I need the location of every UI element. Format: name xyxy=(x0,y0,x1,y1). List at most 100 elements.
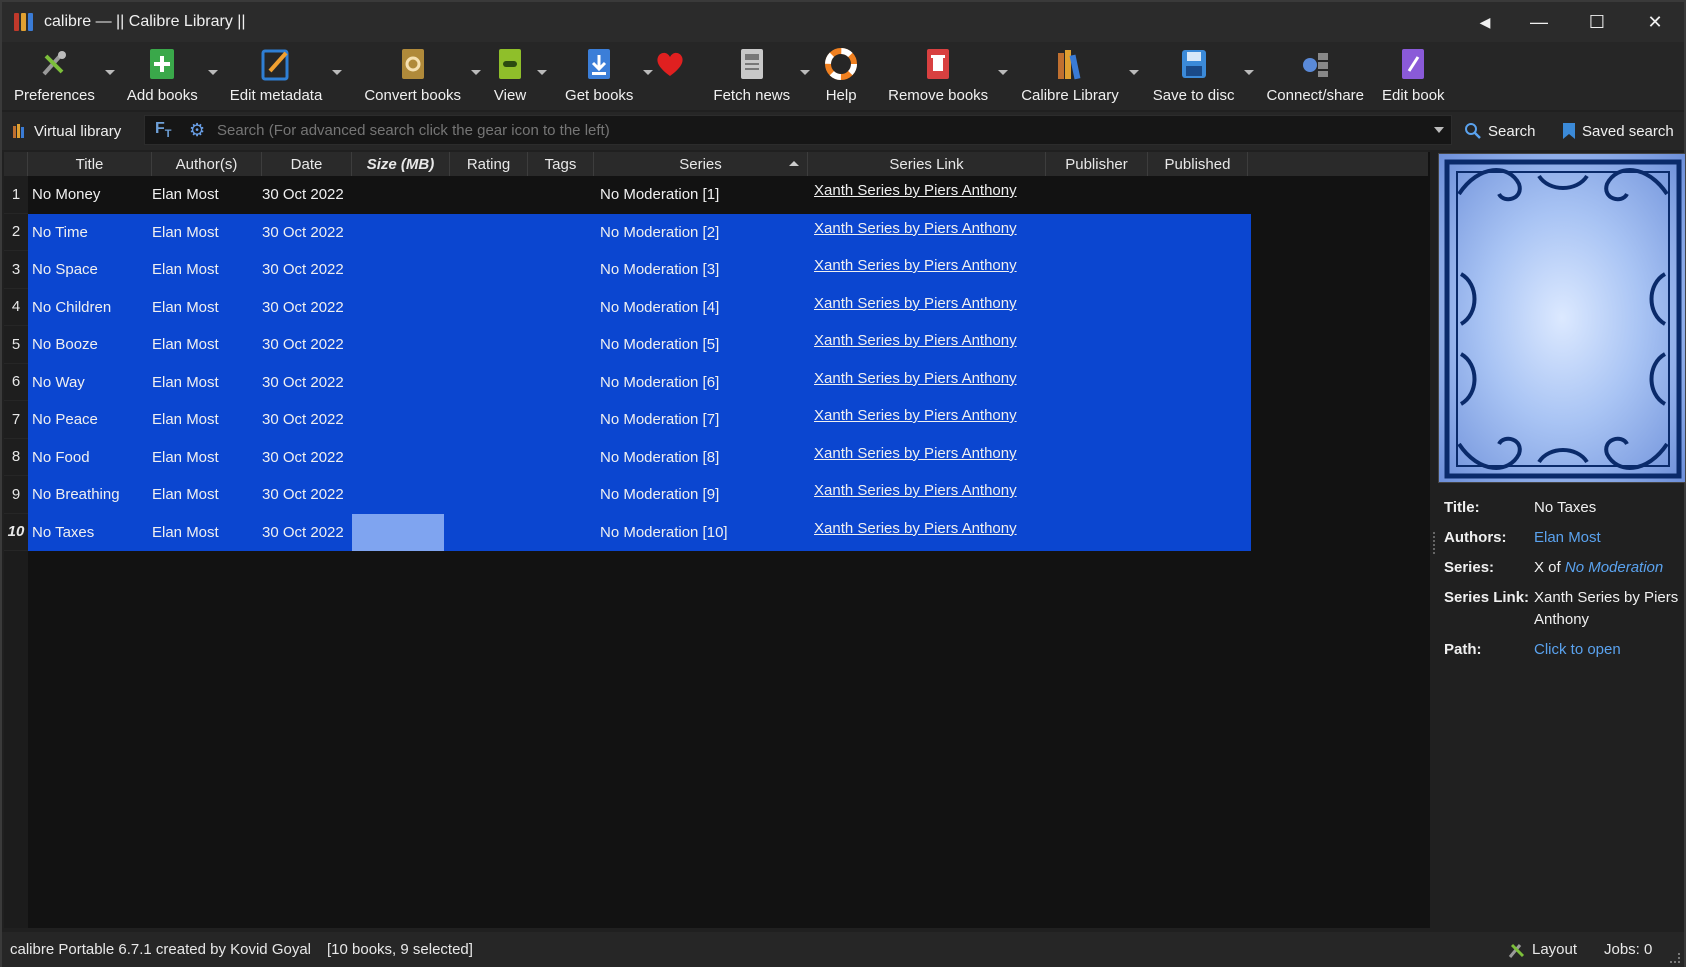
saved-search-button[interactable]: Saved search xyxy=(1562,112,1674,150)
view-button[interactable]: View xyxy=(493,42,548,110)
preferences-button[interactable]: Preferences xyxy=(14,42,115,110)
jobs-indicator[interactable]: Jobs: 0 xyxy=(1604,932,1652,967)
cell-series: No Moderation [1] xyxy=(600,186,720,204)
panel-splitter[interactable] xyxy=(1432,152,1436,928)
table-row[interactable]: No Way Elan Most 30 Oct 2022 No Moderation … xyxy=(28,363,1251,402)
column-header-publisher[interactable]: Publisher xyxy=(1046,152,1148,176)
donate-button[interactable] xyxy=(653,42,687,110)
column-header-date[interactable]: Date xyxy=(262,152,352,176)
remove-books-button[interactable]: Remove books xyxy=(888,42,1009,110)
cell-series-link[interactable]: Xanth Series by Piers Anthony xyxy=(814,514,1017,552)
minimize-button[interactable]: — xyxy=(1510,2,1568,42)
get-books-button[interactable]: Get books xyxy=(565,42,654,110)
full-text-search-icon[interactable]: FT xyxy=(155,120,179,140)
row-number[interactable]: 7 xyxy=(4,401,28,439)
row-number[interactable]: 5 xyxy=(4,326,28,364)
column-header-published[interactable]: Published xyxy=(1148,152,1248,176)
calibre-library-dropdown-icon[interactable] xyxy=(1128,70,1139,75)
series-link[interactable]: No Moderation xyxy=(1565,559,1663,576)
table-row[interactable]: No Peace Elan Most 30 Oct 2022 No Moderatio… xyxy=(28,401,1251,439)
column-header-tags[interactable]: Tags xyxy=(528,152,594,176)
cell-series: No Moderation [9] xyxy=(600,486,720,504)
calibre-library-button[interactable]: Calibre Library xyxy=(1021,42,1139,110)
edit-metadata-button[interactable]: Edit metadata xyxy=(230,42,343,110)
search-icon xyxy=(1465,123,1481,139)
cell-date: 30 Oct 2022 xyxy=(262,486,344,504)
table-row[interactable]: No Booze Elan Most 30 Oct 2022 No Moderatio… xyxy=(28,326,1251,364)
library-icon xyxy=(13,124,24,138)
view-dropdown-icon[interactable] xyxy=(537,70,548,75)
row-number[interactable]: 8 xyxy=(4,438,28,476)
table-row[interactable]: No Taxes Elan Most 30 Oct 2022 No Moderatio… xyxy=(28,513,1251,552)
maximize-button[interactable]: ☐ xyxy=(1568,2,1626,42)
fetch-news-button[interactable]: Fetch news xyxy=(713,42,811,110)
cell-series-link[interactable]: Xanth Series by Piers Anthony xyxy=(814,364,1017,402)
edit-book-button[interactable]: Edit book xyxy=(1382,42,1445,110)
save-to-disc-dropdown-icon[interactable] xyxy=(1244,70,1255,75)
row-number[interactable]: 3 xyxy=(4,251,28,289)
cell-series-link[interactable]: Xanth Series by Piers Anthony xyxy=(814,476,1017,514)
back-arrow-button[interactable]: ◀ xyxy=(1460,2,1510,42)
get-books-dropdown-icon[interactable] xyxy=(643,70,654,75)
cell-title: No Taxes xyxy=(32,523,95,541)
convert-books-icon xyxy=(396,47,430,81)
cell-author: Elan Most xyxy=(152,336,219,354)
book-cover[interactable] xyxy=(1438,153,1686,483)
view-icon xyxy=(493,47,527,81)
row-number[interactable]: 9 xyxy=(4,476,28,514)
row-number[interactable]: 1 xyxy=(4,176,28,214)
author-link[interactable]: Elan Most xyxy=(1534,527,1601,549)
cell-title: No Space xyxy=(32,261,98,279)
cell-title: No Breathing xyxy=(32,486,120,504)
cell-series-link[interactable]: Xanth Series by Piers Anthony xyxy=(814,439,1017,477)
column-header-rating[interactable]: Rating xyxy=(450,152,528,176)
close-button[interactable]: ✕ xyxy=(1626,2,1684,42)
search-button[interactable]: Search xyxy=(1464,112,1536,150)
cell-series-link[interactable]: Xanth Series by Piers Anthony xyxy=(814,289,1017,327)
column-header-authors[interactable]: Author(s) xyxy=(152,152,262,176)
column-header-size[interactable]: Size (MB) xyxy=(352,152,450,176)
table-row[interactable]: No Time Elan Most 30 Oct 2022 No Moderation… xyxy=(28,213,1251,252)
gear-icon[interactable]: ⚙ xyxy=(189,120,211,141)
virtual-library-button[interactable]: Virtual library xyxy=(12,123,142,140)
fetch-news-icon xyxy=(735,47,769,81)
column-header-series-link[interactable]: Series Link xyxy=(808,152,1046,176)
table-row[interactable]: No Space Elan Most 30 Oct 2022 No Moderatio… xyxy=(28,251,1251,289)
layout-icon xyxy=(1508,943,1525,958)
column-header-series[interactable]: Series xyxy=(594,152,808,176)
row-number[interactable]: 4 xyxy=(4,288,28,326)
cell-series-link[interactable]: Xanth Series by Piers Anthony xyxy=(814,176,1017,214)
table-row[interactable]: No Food Elan Most 30 Oct 2022 No Moderation… xyxy=(28,438,1251,477)
current-cell-size[interactable] xyxy=(352,513,444,551)
table-row[interactable]: No Money Elan Most 30 Oct 2022 No Moderatio… xyxy=(28,176,1251,214)
convert-books-button[interactable]: Convert books xyxy=(364,42,482,110)
remove-books-dropdown-icon[interactable] xyxy=(998,70,1009,75)
cell-series-link[interactable]: Xanth Series by Piers Anthony xyxy=(814,401,1017,439)
table-row[interactable]: No Breathing Elan Most 30 Oct 2022 No Moder… xyxy=(28,476,1251,514)
table-row[interactable]: No Children Elan Most 30 Oct 2022 No Modera… xyxy=(28,288,1251,327)
resize-grip-icon[interactable] xyxy=(1670,953,1680,963)
search-history-dropdown[interactable] xyxy=(1426,115,1452,145)
cell-series-link[interactable]: Xanth Series by Piers Anthony xyxy=(814,214,1017,252)
column-header-title[interactable]: Title xyxy=(28,152,152,176)
row-number[interactable]: 6 xyxy=(4,363,28,401)
edit-metadata-dropdown-icon[interactable] xyxy=(332,70,343,75)
header-corner xyxy=(4,152,28,176)
row-number[interactable]: 10 xyxy=(4,513,28,551)
preferences-dropdown-icon[interactable] xyxy=(104,70,115,75)
fetch-news-dropdown-icon[interactable] xyxy=(800,70,811,75)
path-open-link[interactable]: Click to open xyxy=(1534,639,1621,661)
save-to-disc-button[interactable]: Save to disc xyxy=(1153,42,1255,110)
row-number[interactable]: 2 xyxy=(4,213,28,251)
cell-series-link[interactable]: Xanth Series by Piers Anthony xyxy=(814,251,1017,289)
search-input[interactable] xyxy=(217,121,1317,139)
add-books-dropdown-icon[interactable] xyxy=(207,70,218,75)
cell-date: 30 Oct 2022 xyxy=(262,336,344,354)
book-list: Title Author(s) Date Size (MB) Rating Ta… xyxy=(4,152,1430,928)
layout-button[interactable]: Layout xyxy=(1508,932,1577,967)
add-books-button[interactable]: Add books xyxy=(127,42,218,110)
convert-books-dropdown-icon[interactable] xyxy=(471,70,482,75)
help-button[interactable]: Help xyxy=(824,42,858,110)
cell-series-link[interactable]: Xanth Series by Piers Anthony xyxy=(814,326,1017,364)
connect-share-button[interactable]: Connect/share xyxy=(1266,42,1364,110)
